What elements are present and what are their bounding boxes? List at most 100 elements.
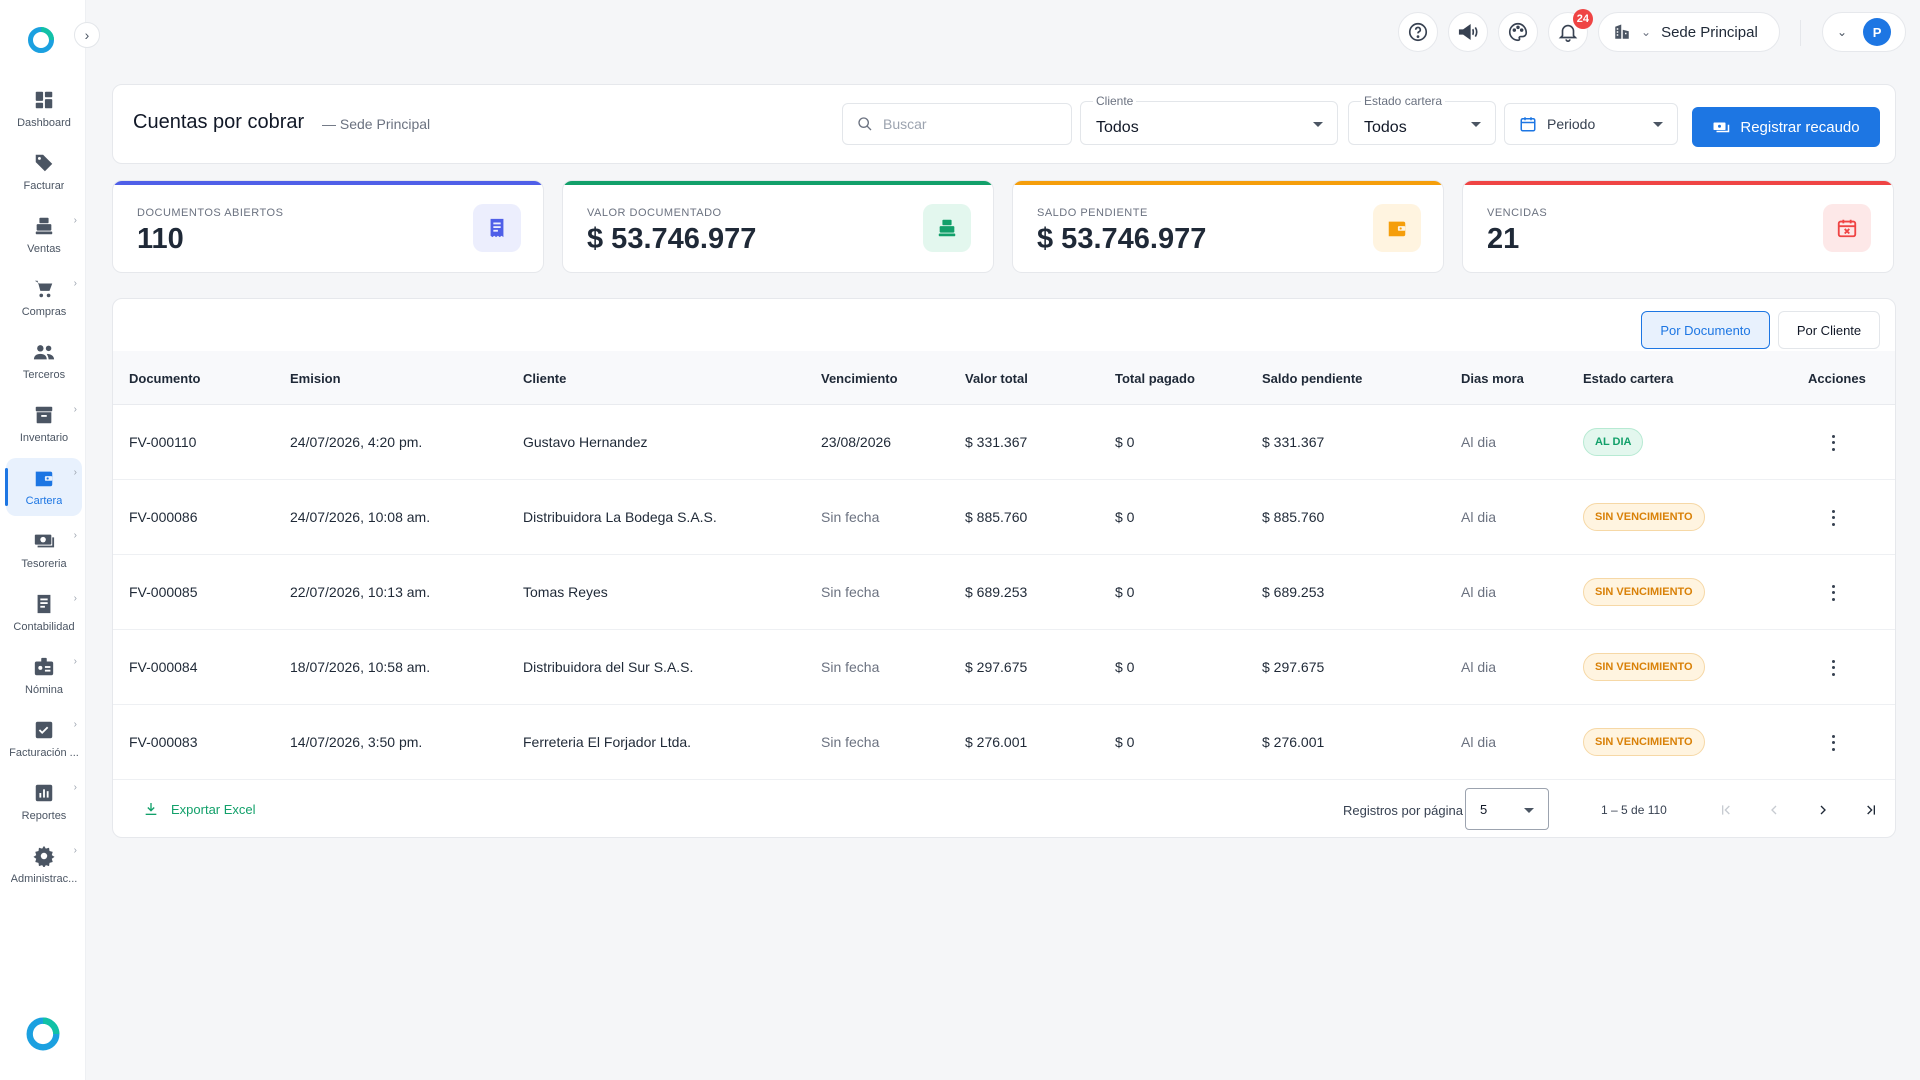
- cell-vencimiento: Sin fecha: [821, 659, 880, 675]
- calendar-x-icon: [1823, 204, 1871, 252]
- column-header: Acciones: [1808, 371, 1866, 386]
- table-row[interactable]: FV-000086 24/07/2026, 10:08 am. Distribu…: [113, 480, 1895, 555]
- app-logo-icon[interactable]: [26, 25, 56, 55]
- theme-button[interactable]: [1498, 12, 1538, 52]
- row-actions-button[interactable]: [1825, 433, 1841, 453]
- sidebar-item-label: Administrac...: [10, 873, 78, 885]
- row-actions-button[interactable]: [1825, 583, 1841, 603]
- sidebar-nav: Dashboard Facturar Ventas › Compras › Te…: [0, 80, 86, 899]
- cell-cliente: Ferreteria El Forjador Ltda.: [523, 734, 692, 750]
- sidebar-item-dashboard[interactable]: Dashboard: [6, 80, 82, 138]
- sidebar-toggle-button[interactable]: ›: [74, 22, 100, 48]
- sidebar-item-inventario[interactable]: Inventario ›: [6, 395, 82, 453]
- last-page-icon: [1867, 805, 1875, 815]
- column-header[interactable]: Dias mora: [1461, 371, 1524, 386]
- rows-per-page-select[interactable]: 5: [1465, 788, 1549, 830]
- column-header[interactable]: Saldo pendiente: [1262, 371, 1362, 386]
- view-por-documento-button[interactable]: Por Documento: [1641, 311, 1770, 349]
- cell-valor-total: $ 331.367: [965, 434, 1028, 450]
- cell-total-pagado: $ 0: [1115, 734, 1135, 750]
- stat-accent-line: [1013, 181, 1443, 185]
- estado-cartera-filter[interactable]: Estado cartera Todos: [1348, 94, 1496, 145]
- view-por-cliente-button[interactable]: Por Cliente: [1778, 311, 1880, 349]
- cell-vencimiento: Sin fecha: [821, 509, 880, 525]
- search-input[interactable]: [883, 116, 1053, 132]
- cuentas-table-card: Por Documento Por Cliente Documento Emis…: [112, 298, 1896, 838]
- cell-emision: 18/07/2026, 10:58 am.: [290, 659, 431, 675]
- column-header[interactable]: Total pagado: [1115, 371, 1195, 386]
- chevron-down-icon: ⌄: [1837, 25, 1848, 39]
- cell-emision: 14/07/2026, 3:50 pm.: [290, 734, 423, 750]
- column-header[interactable]: Vencimiento: [821, 371, 898, 386]
- search-box[interactable]: [842, 103, 1072, 145]
- first-page-button[interactable]: [1713, 797, 1739, 823]
- sidebar-item-nomina[interactable]: Nómina ›: [6, 647, 82, 705]
- cell-cliente: Distribuidora La Bodega S.A.S.: [523, 509, 717, 525]
- sidebar-item-label: Cartera: [25, 495, 63, 507]
- cell-dias-mora: Al dia: [1461, 509, 1497, 525]
- column-header[interactable]: Emision: [290, 371, 341, 386]
- sidebar-item-administracion[interactable]: Administrac... ›: [6, 836, 82, 894]
- sede-selector[interactable]: ⌄ Sede Principal: [1598, 12, 1780, 52]
- building-icon: [1615, 24, 1629, 39]
- caret-down-icon: [1471, 122, 1481, 127]
- table-row[interactable]: FV-000085 22/07/2026, 10:13 am. Tomas Re…: [113, 555, 1895, 630]
- sidebar-item-cartera[interactable]: Cartera ›: [5, 458, 82, 516]
- last-page-button[interactable]: [1858, 797, 1884, 823]
- sidebar-item-facturar[interactable]: Facturar: [6, 143, 82, 201]
- sidebar-item-facturacion[interactable]: Facturación ... ›: [6, 710, 82, 768]
- sidebar-item-reportes[interactable]: Reportes ›: [6, 773, 82, 831]
- row-actions-button[interactable]: [1825, 658, 1841, 678]
- next-page-button[interactable]: [1810, 797, 1836, 823]
- cell-saldo: $ 331.367: [1262, 434, 1325, 450]
- estado-filter-value: Todos: [1364, 119, 1407, 136]
- chevron-right-icon: ›: [73, 530, 77, 541]
- column-header[interactable]: Documento: [129, 371, 201, 386]
- chart-icon: [35, 784, 53, 802]
- document-icon: [473, 204, 521, 252]
- help-button[interactable]: [1398, 12, 1438, 52]
- sidebar-item-tesoreria[interactable]: Tesoreria ›: [6, 521, 82, 579]
- cell-emision: 24/07/2026, 4:20 pm.: [290, 434, 423, 450]
- column-header[interactable]: Valor total: [965, 371, 1028, 386]
- sidebar-item-ventas[interactable]: Ventas ›: [6, 206, 82, 264]
- cell-documento: FV-000083: [129, 734, 198, 750]
- caret-down-icon: [1313, 122, 1323, 127]
- announcements-button[interactable]: [1448, 12, 1488, 52]
- sidebar-item-label: Terceros: [22, 369, 66, 381]
- stat-card-valor-documentado: Valor documentado $ 53.746.977: [562, 180, 994, 273]
- cell-dias-mora: Al dia: [1461, 584, 1497, 600]
- row-actions-button[interactable]: [1825, 508, 1841, 528]
- previous-page-button[interactable]: [1761, 797, 1787, 823]
- cell-total-pagado: $ 0: [1115, 584, 1135, 600]
- chevron-right-icon: ›: [73, 467, 77, 478]
- row-actions-button[interactable]: [1825, 733, 1841, 753]
- periodo-filter[interactable]: Periodo: [1504, 103, 1678, 145]
- export-excel-button[interactable]: Exportar Excel: [143, 801, 256, 817]
- table-row[interactable]: FV-000084 18/07/2026, 10:58 am. Distribu…: [113, 630, 1895, 705]
- tag-icon: [35, 154, 53, 172]
- periodo-label: Periodo: [1547, 116, 1596, 132]
- sidebar-item-compras[interactable]: Compras ›: [6, 269, 82, 327]
- sede-name: Sede Principal: [1661, 23, 1758, 41]
- sidebar-item-label: Tesoreria: [21, 558, 67, 570]
- chevron-right-icon: ›: [73, 215, 77, 226]
- sidebar: Dashboard Facturar Ventas › Compras › Te…: [0, 0, 86, 1080]
- column-header[interactable]: Cliente: [523, 371, 566, 386]
- sidebar-item-label: Compras: [21, 306, 67, 318]
- notifications-button[interactable]: 24: [1548, 9, 1593, 52]
- status-badge: SIN VENCIMIENTO: [1583, 728, 1705, 756]
- cell-total-pagado: $ 0: [1115, 659, 1135, 675]
- table-row[interactable]: FV-000110 24/07/2026, 4:20 pm. Gustavo H…: [113, 405, 1895, 480]
- table-row[interactable]: FV-000083 14/07/2026, 3:50 pm. Ferreteri…: [113, 705, 1895, 780]
- column-header[interactable]: Estado cartera: [1583, 371, 1673, 386]
- topbar-divider: [1800, 20, 1801, 46]
- gear-icon: [33, 845, 55, 867]
- cliente-filter[interactable]: Cliente Todos: [1080, 94, 1338, 145]
- sidebar-item-contabilidad[interactable]: Contabilidad ›: [6, 584, 82, 642]
- user-menu[interactable]: ⌄ P: [1822, 12, 1906, 52]
- chevron-right-icon: ›: [73, 782, 77, 793]
- cart-icon: [34, 280, 53, 298]
- registrar-recaudo-button[interactable]: Registrar recaudo: [1692, 107, 1880, 147]
- sidebar-item-terceros[interactable]: Terceros: [6, 332, 82, 390]
